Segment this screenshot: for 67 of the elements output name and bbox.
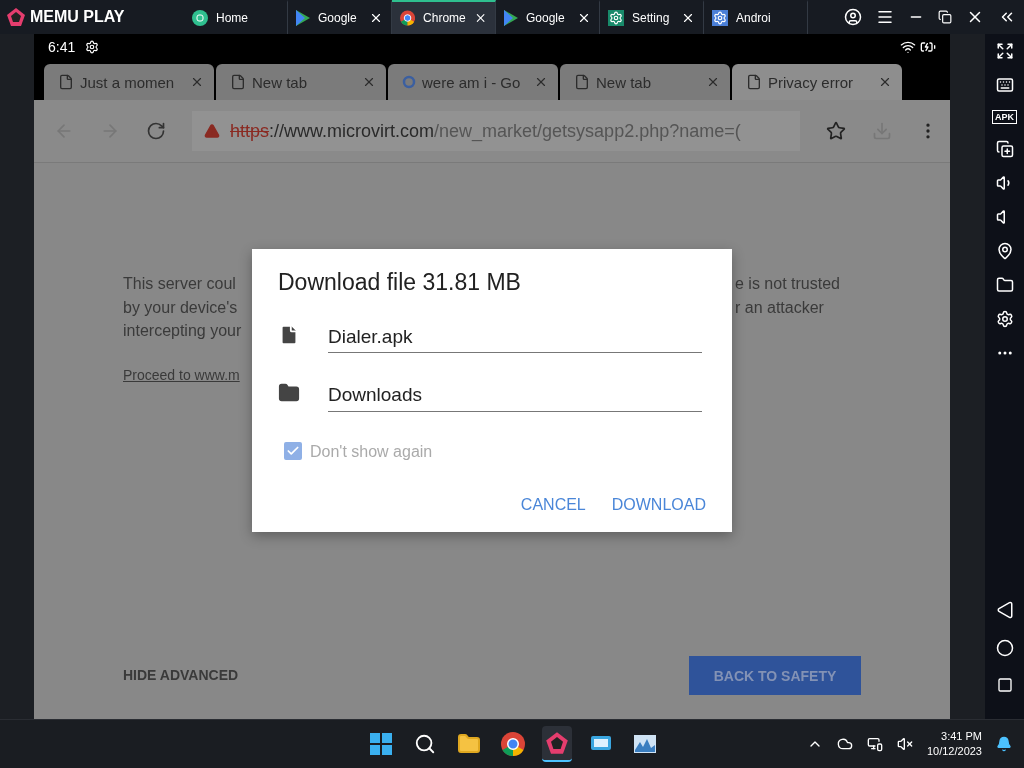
- network-icon[interactable]: [866, 736, 883, 752]
- restore-icon[interactable]: [938, 10, 952, 24]
- android-icon: [712, 10, 728, 26]
- reload-icon[interactable]: [146, 121, 166, 141]
- body-text: r an attacker: [735, 297, 824, 318]
- multi-window-icon[interactable]: [995, 140, 1014, 158]
- folder-field[interactable]: Downloads: [328, 375, 702, 412]
- home-icon: [192, 10, 208, 26]
- keyboard-icon[interactable]: [995, 76, 1014, 94]
- chrome-icon: [400, 10, 416, 26]
- google-icon: [402, 75, 416, 89]
- close-icon[interactable]: [369, 11, 383, 25]
- recents-icon[interactable]: [996, 677, 1013, 693]
- folder-icon[interactable]: [995, 276, 1014, 294]
- page-icon: [574, 74, 590, 90]
- clock[interactable]: 3:41 PM 10/12/2023: [926, 729, 982, 759]
- browser-tab[interactable]: New tab: [216, 64, 386, 100]
- wifi-icon: [900, 39, 916, 55]
- page-icon: [230, 74, 246, 90]
- clock-time: 3:41 PM: [941, 729, 982, 744]
- app-tab[interactable]: Chrome: [392, 0, 496, 34]
- back-to-safety-button[interactable]: BACK TO SAFETY: [689, 656, 861, 695]
- app-logo-text: MEMU PLAY: [30, 8, 125, 26]
- page-icon: [58, 74, 74, 90]
- settings-icon: [85, 40, 100, 54]
- fullscreen-icon[interactable]: [995, 42, 1014, 60]
- body-text: intercepting your: [123, 321, 242, 341]
- apk-install-icon[interactable]: APK: [992, 110, 1017, 124]
- body-text: This server coul: [123, 274, 236, 294]
- address-bar[interactable]: https://www.microvirt.com/new_market/getsysapp2.php?name=(: [192, 111, 800, 151]
- file-name-field[interactable]: Dialer.apk: [328, 316, 702, 353]
- download-button[interactable]: DOWNLOAD: [611, 496, 706, 514]
- memu-logo-icon: [6, 7, 26, 27]
- checkbox[interactable]: [284, 442, 302, 461]
- home-icon[interactable]: [995, 639, 1014, 657]
- browser-tab[interactable]: Just a momen: [44, 64, 214, 100]
- warning-icon: [204, 123, 220, 139]
- battery-icon: [920, 39, 936, 55]
- hide-advanced-link[interactable]: HIDE ADVANCED: [123, 663, 239, 688]
- settings-icon: [608, 10, 624, 26]
- close-icon[interactable]: [681, 11, 695, 25]
- close-icon[interactable]: [577, 11, 591, 25]
- url-text: https://www.microvirt.com/new_market/getsysapp2.php?name=(: [230, 120, 741, 142]
- volume-muted-icon[interactable]: [896, 736, 913, 752]
- browser-tab[interactable]: Privacy error: [732, 64, 902, 100]
- cancel-button[interactable]: CANCEL: [520, 496, 586, 514]
- page-icon: [746, 74, 762, 90]
- dialog-title: Download file 31.81 MB: [278, 271, 522, 295]
- browser-tab[interactable]: New tab: [560, 64, 730, 100]
- settings-icon[interactable]: [995, 310, 1014, 328]
- status-time: 6:41: [48, 39, 76, 55]
- user-icon[interactable]: [844, 8, 862, 26]
- notification-icon[interactable]: [996, 736, 1012, 752]
- location-icon[interactable]: [995, 242, 1014, 260]
- menu-icon[interactable]: [876, 8, 894, 26]
- proceed-link[interactable]: Proceed to www.m: [123, 363, 240, 387]
- body-text: by your device's: [123, 297, 238, 318]
- back-icon[interactable]: [995, 601, 1014, 619]
- bookmark-star-icon[interactable]: [826, 121, 846, 141]
- play-store-icon: [296, 10, 310, 26]
- browser-tab[interactable]: were am i - Go: [388, 64, 558, 100]
- memu-icon[interactable]: [542, 726, 572, 762]
- play-store-icon: [504, 10, 518, 26]
- checkbox-label: Don't show again: [310, 441, 433, 462]
- cloud-icon[interactable]: [836, 736, 853, 752]
- clock-date: 10/12/2023: [926, 744, 982, 759]
- body-text: e is not trusted: [735, 274, 840, 294]
